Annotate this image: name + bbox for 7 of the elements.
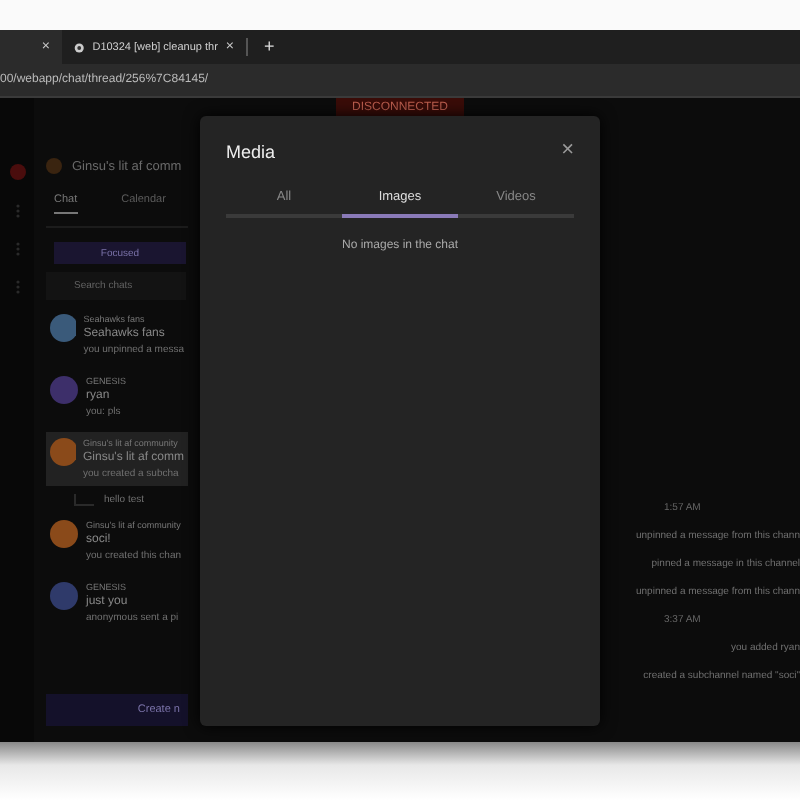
globe-icon (74, 41, 85, 53)
new-tab-button[interactable]: + (264, 38, 275, 56)
avatar-icon (9, 164, 25, 180)
close-button[interactable]: × (561, 140, 574, 162)
dialog-title: Media (226, 141, 276, 161)
thread-connector-icon (74, 494, 94, 506)
avatar-icon (46, 158, 62, 174)
